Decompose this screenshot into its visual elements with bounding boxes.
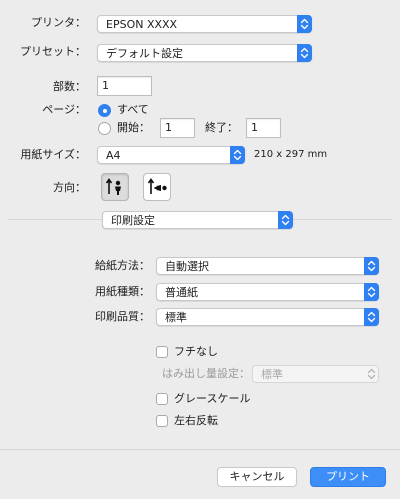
chevron-updown-icon bbox=[364, 308, 379, 326]
copies-value: 1 bbox=[102, 79, 109, 92]
portrait-icon bbox=[105, 178, 121, 195]
print-quality-value: 標準 bbox=[165, 311, 187, 324]
paper-size-dimensions: 210 x 297 mm bbox=[254, 149, 328, 160]
paper-source-value: 自動選択 bbox=[165, 260, 209, 273]
pages-label: ページ： bbox=[42, 103, 86, 116]
paper-size-select[interactable]: A4 bbox=[97, 146, 245, 164]
orientation-landscape-button[interactable] bbox=[143, 173, 171, 201]
chevron-updown-icon bbox=[364, 257, 379, 275]
chevron-updown-icon bbox=[230, 146, 245, 164]
paper-size-value: A4 bbox=[106, 149, 121, 162]
pages-from-value: 1 bbox=[165, 121, 172, 134]
expansion-select[interactable]: 標準 bbox=[252, 365, 379, 383]
pages-to-label: 終了： bbox=[205, 121, 238, 134]
pages-range-radio[interactable] bbox=[98, 122, 111, 135]
landscape-icon bbox=[147, 178, 167, 194]
chevron-updown-icon bbox=[364, 283, 379, 301]
section-select[interactable]: 印刷設定 bbox=[102, 211, 293, 229]
media-type-label: 用紙種類： bbox=[95, 285, 150, 298]
preset-label: プリセット： bbox=[20, 45, 86, 58]
media-type-select[interactable]: 普通紙 bbox=[156, 283, 379, 301]
printer-value: EPSON XXXX bbox=[106, 18, 178, 31]
printer-label: プリンタ： bbox=[31, 16, 86, 29]
preset-select[interactable]: デフォルト設定 bbox=[97, 44, 312, 62]
orientation-label: 方向： bbox=[53, 181, 86, 194]
chevron-updown-icon bbox=[278, 211, 293, 229]
media-type-value: 普通紙 bbox=[165, 286, 198, 299]
printer-select[interactable]: EPSON XXXX bbox=[97, 15, 312, 33]
borderless-checkbox[interactable] bbox=[156, 346, 168, 358]
pages-from-field[interactable]: 1 bbox=[160, 118, 195, 138]
preset-value: デフォルト設定 bbox=[106, 47, 183, 60]
cancel-button[interactable]: キャンセル bbox=[217, 467, 297, 487]
chevron-updown-icon bbox=[367, 368, 376, 383]
grayscale-label: グレースケール bbox=[174, 392, 251, 405]
copies-field[interactable]: 1 bbox=[97, 76, 152, 96]
borderless-label: フチなし bbox=[174, 345, 218, 358]
print-quality-select[interactable]: 標準 bbox=[156, 308, 379, 326]
orientation-portrait-button[interactable] bbox=[101, 173, 129, 201]
expansion-value: 標準 bbox=[261, 368, 283, 381]
grayscale-checkbox[interactable] bbox=[156, 393, 168, 405]
paper-size-label: 用紙サイズ： bbox=[20, 148, 86, 161]
mirror-label: 左右反転 bbox=[174, 414, 218, 427]
pages-all-radio[interactable] bbox=[98, 104, 111, 117]
pages-to-field[interactable]: 1 bbox=[246, 118, 281, 138]
section-value: 印刷設定 bbox=[111, 214, 155, 227]
mirror-checkbox[interactable] bbox=[156, 415, 168, 427]
expansion-label: はみ出し量設定： bbox=[162, 367, 250, 380]
footer-separator bbox=[0, 449, 400, 450]
chevron-updown-icon bbox=[297, 15, 312, 33]
paper-source-label: 給紙方法： bbox=[95, 259, 150, 272]
pages-all-label: すべて bbox=[117, 103, 149, 116]
copies-label: 部数： bbox=[53, 80, 86, 93]
chevron-updown-icon bbox=[297, 44, 312, 62]
print-button[interactable]: プリント bbox=[310, 467, 386, 487]
print-quality-label: 印刷品質： bbox=[95, 310, 150, 323]
pages-from-label: 開始： bbox=[117, 121, 150, 134]
paper-source-select[interactable]: 自動選択 bbox=[156, 257, 379, 275]
pages-to-value: 1 bbox=[251, 121, 258, 134]
